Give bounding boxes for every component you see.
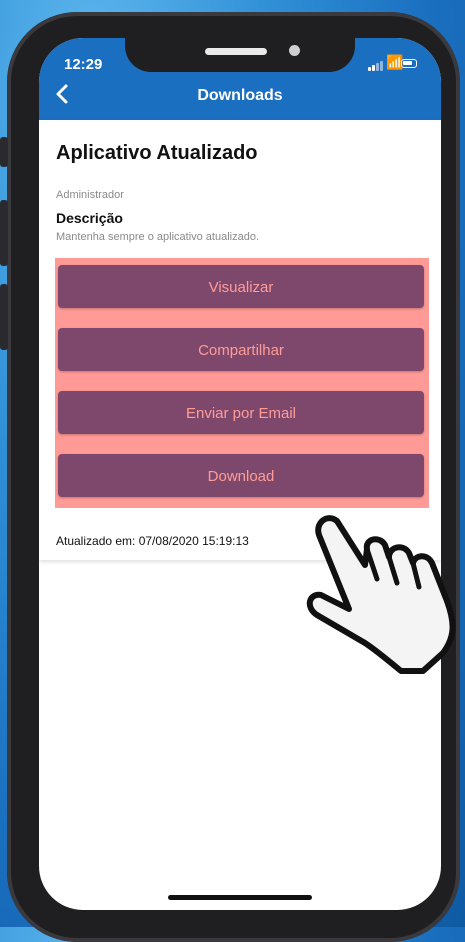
actions-highlight: Visualizar Compartilhar Enviar por Email… (55, 258, 429, 508)
updated-timestamp: Atualizado em: 07/08/2020 15:19:13 (56, 534, 249, 548)
pointing-hand-icon (306, 515, 456, 674)
navigation-bar: 12:29 📶 Downloads (39, 38, 441, 120)
notch (125, 38, 355, 72)
signal-icon (368, 67, 371, 71)
volume-down-button (0, 284, 8, 350)
silent-switch (0, 137, 8, 167)
app-screen: 12:29 📶 Downloads Aplicativo Atualizado … (39, 38, 441, 910)
content-card: Aplicativo Atualizado Administrador Desc… (39, 120, 441, 560)
speaker (205, 48, 267, 55)
view-button[interactable]: Visualizar (58, 265, 424, 308)
page-title: Downloads (197, 87, 283, 104)
signal-bar (380, 61, 383, 71)
signal-bar (372, 65, 375, 71)
description-text: Mantenha sempre o aplicativo atualizado. (56, 231, 260, 243)
item-author: Administrador (56, 189, 124, 201)
share-button[interactable]: Compartilhar (58, 328, 424, 371)
item-title: Aplicativo Atualizado (56, 142, 258, 164)
home-indicator (168, 895, 312, 900)
email-button[interactable]: Enviar por Email (58, 391, 424, 434)
battery-level (403, 61, 412, 65)
download-button[interactable]: Download (58, 454, 424, 497)
volume-up-button (0, 200, 8, 266)
camera (289, 45, 300, 56)
description-label: Descrição (56, 210, 123, 226)
battery-icon (401, 59, 417, 68)
signal-bar (376, 63, 379, 71)
status-time: 12:29 (64, 56, 103, 73)
status-icons: 📶 (368, 54, 423, 71)
